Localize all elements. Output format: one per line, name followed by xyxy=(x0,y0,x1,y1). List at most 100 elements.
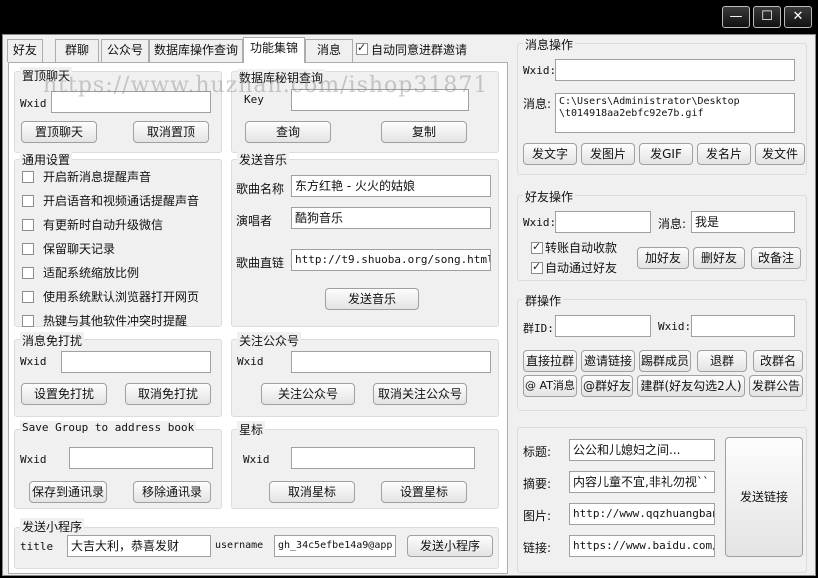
rename-group-button[interactable]: 改群名 xyxy=(753,350,803,372)
close-icon[interactable]: ✕ xyxy=(784,6,812,28)
db-query-button[interactable]: 查询 xyxy=(245,121,331,143)
setting-checkbox-1[interactable] xyxy=(22,195,34,207)
send-mini-button[interactable]: 发送小程序 xyxy=(407,535,493,557)
group-id-input[interactable] xyxy=(555,315,651,337)
send-card-button[interactable]: 发名片 xyxy=(697,143,751,165)
music-name-label: 歌曲名称 xyxy=(236,182,285,196)
tab-official-account[interactable]: 公众号 xyxy=(101,39,149,62)
db-key-label: Key xyxy=(244,93,264,106)
setting-checkbox-5[interactable] xyxy=(22,291,34,303)
unpin-button[interactable]: 取消置顶 xyxy=(133,121,209,143)
delete-friend-button[interactable]: 删好友 xyxy=(693,247,745,269)
mini-username-label: username xyxy=(215,540,264,551)
msgop-msg-input[interactable]: C:\Users\Administrator\Desktop \t014918aa… xyxy=(555,93,795,133)
tab-group-chat[interactable]: 群聊 xyxy=(55,39,99,62)
unfollow-button[interactable]: 取消关注公众号 xyxy=(373,383,467,405)
remove-contacts-button[interactable]: 移除通讯录 xyxy=(133,481,211,503)
db-key-input[interactable] xyxy=(291,89,469,111)
music-singer-input[interactable]: 酷狗音乐 xyxy=(291,207,491,229)
pin-button[interactable]: 置顶聊天 xyxy=(21,121,97,143)
save-title: Save Group to address book xyxy=(20,421,197,434)
link-url-label: 链接: xyxy=(523,541,552,555)
app-window: — ☐ ✕ https://www.huzhan.com/ishop31871 … xyxy=(0,0,818,578)
cancel-dnd-button[interactable]: 取消免打扰 xyxy=(125,383,211,405)
setting-checkbox-6[interactable] xyxy=(22,315,34,327)
send-link-button[interactable]: 发送链接 xyxy=(725,437,803,557)
groupop-title: 群操作 xyxy=(523,292,564,309)
auto-join-label: 自动同意进群邀请 xyxy=(371,43,468,57)
group-notice-button[interactable]: 发群公告 xyxy=(749,375,803,397)
kick-member-button[interactable]: 踢群成员 xyxy=(639,350,691,372)
setting-checkbox-4[interactable] xyxy=(22,267,34,279)
mini-title: 发送小程序 xyxy=(20,518,85,535)
quit-group-button[interactable]: 退群 xyxy=(697,350,747,372)
link-title-input[interactable]: 公公和儿媳妇之间... xyxy=(569,439,715,461)
music-name-input[interactable]: 东方红艳 - 火火的姑娘 xyxy=(291,175,491,197)
send-file-button[interactable]: 发文件 xyxy=(755,143,805,165)
setting-checkbox-3[interactable] xyxy=(22,243,34,255)
friend-wxid-input[interactable] xyxy=(555,211,651,233)
create-group-button[interactable]: 建群(好友勾选2人) xyxy=(637,375,745,397)
minimize-icon[interactable]: — xyxy=(722,6,750,28)
star-wxid-input[interactable] xyxy=(291,447,475,469)
send-music-button[interactable]: 发送音乐 xyxy=(325,288,419,310)
link-summary-input[interactable]: 内容儿童不宜,非礼勿视`` xyxy=(569,471,715,493)
music-link-input[interactable]: http://t9.shuoba.org/song.html?id xyxy=(291,249,491,271)
tab-messages[interactable]: 消息 xyxy=(305,39,353,62)
setting-checkbox-2[interactable] xyxy=(22,219,34,231)
msgop-wxid-label: Wxid: xyxy=(523,64,557,77)
setting-checkbox-0[interactable] xyxy=(22,171,34,183)
pin-wxid-label: Wxid xyxy=(20,97,47,110)
setting-label-2: 有更新时自动升级微信 xyxy=(43,218,164,232)
setting-label-3: 保留聊天记录 xyxy=(43,242,116,256)
music-title: 发送音乐 xyxy=(237,151,290,168)
dnd-wxid-input[interactable] xyxy=(61,351,211,373)
set-dnd-button[interactable]: 设置免打扰 xyxy=(21,383,107,405)
group-wxid-input[interactable] xyxy=(691,315,795,337)
save-wxid-input[interactable] xyxy=(69,447,213,469)
send-text-button[interactable]: 发文字 xyxy=(523,143,577,165)
auto-join-checkbox[interactable] xyxy=(356,41,368,55)
add-friend-button[interactable]: 加好友 xyxy=(637,247,689,269)
music-singer-label: 演唱者 xyxy=(236,214,273,228)
link-image-input[interactable]: http://www.qqzhuangban.c xyxy=(569,503,715,525)
db-copy-button[interactable]: 复制 xyxy=(381,121,467,143)
tab-friends[interactable]: 好友 xyxy=(7,39,43,62)
db-title: 数据库秘钥查询 xyxy=(237,69,326,86)
invite-link-button[interactable]: 邀请链接 xyxy=(581,350,635,372)
msgop-wxid-input[interactable] xyxy=(555,59,795,81)
unstar-button[interactable]: 取消星标 xyxy=(269,481,355,503)
msgop-msg-line1: C:\Users\Administrator\Desktop xyxy=(559,96,740,107)
tab-features[interactable]: 功能集锦 xyxy=(243,37,305,63)
save-contacts-button[interactable]: 保存到通讯录 xyxy=(29,481,107,503)
setting-label-5: 使用系统默认浏览器打开网页 xyxy=(43,290,200,304)
link-image-label: 图片: xyxy=(523,509,552,523)
pin-wxid-input[interactable] xyxy=(51,91,211,113)
music-link-label: 歌曲直链 xyxy=(236,256,285,270)
link-url-input[interactable]: https://www.baidu.com/ xyxy=(569,535,715,557)
follow-wxid-input[interactable] xyxy=(291,351,491,373)
maximize-icon[interactable]: ☐ xyxy=(753,6,781,28)
mini-title-input[interactable]: 大吉大利，恭喜发财 xyxy=(67,535,211,557)
general-title: 通用设置 xyxy=(20,151,73,168)
dnd-wxid-label: Wxid xyxy=(20,355,47,368)
remark-button[interactable]: 改备注 xyxy=(751,247,801,269)
follow-button[interactable]: 关注公众号 xyxy=(261,383,355,405)
msgop-title: 消息操作 xyxy=(523,36,576,53)
mini-username-input[interactable]: gh_34c5efbe14a9@app xyxy=(274,535,396,557)
star-button[interactable]: 设置星标 xyxy=(381,481,467,503)
group-wxid-label: Wxid: xyxy=(658,320,692,333)
at-message-button[interactable]: @ AT消息 xyxy=(523,375,577,397)
star-title: 星标 xyxy=(237,421,266,438)
auto-collect-checkbox[interactable] xyxy=(531,240,543,254)
at-friend-button[interactable]: @群好友 xyxy=(581,375,633,397)
send-image-button[interactable]: 发图片 xyxy=(581,143,635,165)
send-gif-button[interactable]: 发GIF xyxy=(639,143,693,165)
pull-group-button[interactable]: 直接拉群 xyxy=(523,350,577,372)
auto-accept-checkbox[interactable] xyxy=(531,260,543,274)
friend-msg-input[interactable]: 我是 xyxy=(691,211,795,233)
dnd-title: 消息免打扰 xyxy=(20,332,85,349)
msgop-msg-label: 消息: xyxy=(523,97,552,111)
setting-label-1: 开启语音和视频通话提醒声音 xyxy=(43,194,200,208)
tab-database[interactable]: 数据库操作查询 xyxy=(149,39,243,62)
